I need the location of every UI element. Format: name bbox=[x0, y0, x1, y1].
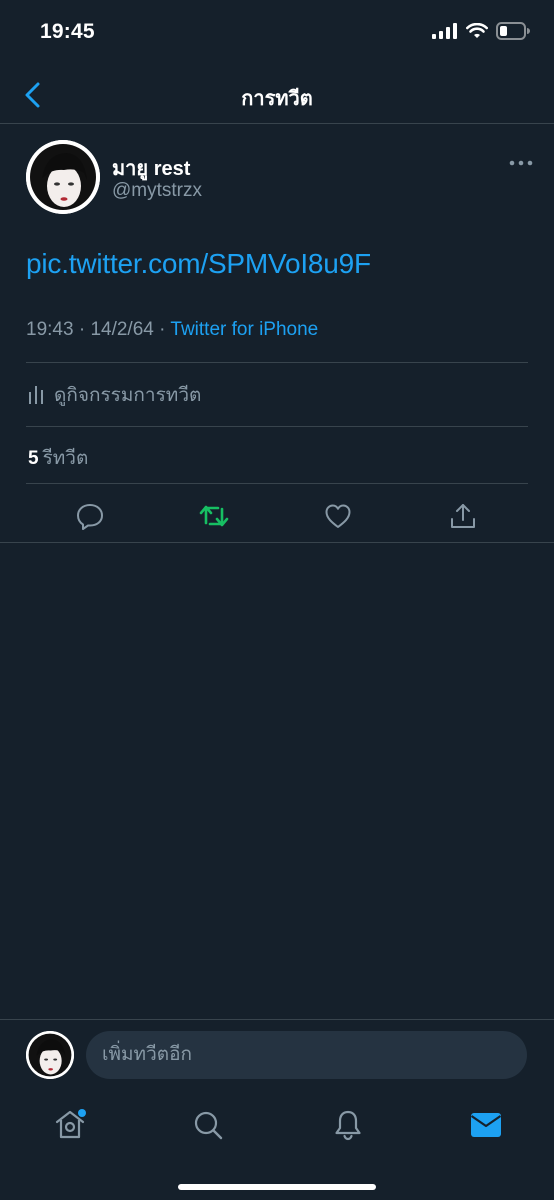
tweet-time: 19:43 bbox=[26, 319, 74, 340]
share-button[interactable] bbox=[443, 496, 483, 536]
status-icons bbox=[432, 22, 530, 40]
more-options-button[interactable] bbox=[508, 156, 534, 168]
view-tweet-activity[interactable]: ดูกิจกรรมการทวีต bbox=[28, 380, 201, 410]
signal-icon bbox=[432, 23, 457, 39]
status-time: 19:45 bbox=[40, 20, 95, 43]
reply-bar bbox=[0, 1019, 554, 1091]
retweet-label: รีทวีต bbox=[42, 448, 89, 469]
page-title: การทวีต bbox=[241, 88, 313, 110]
notification-dot bbox=[78, 1109, 86, 1117]
tweet-media-link[interactable]: pic.twitter.com/SPMVoI8u9F bbox=[26, 248, 371, 280]
meta-separator: · bbox=[159, 319, 166, 340]
tab-search[interactable] bbox=[186, 1103, 230, 1147]
divider bbox=[26, 483, 528, 484]
tab-messages[interactable] bbox=[464, 1103, 508, 1147]
more-dots-icon bbox=[509, 160, 533, 166]
divider bbox=[26, 426, 528, 427]
author-handle[interactable]: @mytstrzx bbox=[112, 180, 202, 202]
reply-icon bbox=[77, 504, 103, 530]
my-avatar[interactable] bbox=[26, 1031, 74, 1079]
home-indicator bbox=[178, 1184, 376, 1190]
heart-icon bbox=[325, 504, 351, 528]
battery-icon bbox=[496, 22, 530, 40]
author-avatar[interactable] bbox=[26, 140, 100, 214]
nav-header: การทวีต bbox=[0, 66, 554, 124]
retweet-stats[interactable]: 5 รีทวีต bbox=[28, 443, 88, 473]
like-button[interactable] bbox=[318, 496, 358, 536]
tweet-actions bbox=[0, 496, 554, 536]
tweet-meta: 19:43 · 14/2/64 · Twitter for iPhone bbox=[26, 319, 318, 341]
tweet-date: 14/2/64 bbox=[90, 319, 154, 340]
retweet-count: 5 bbox=[28, 448, 39, 469]
reply-input[interactable] bbox=[86, 1031, 527, 1079]
divider bbox=[26, 362, 528, 363]
analytics-icon bbox=[29, 386, 43, 404]
retweet-icon bbox=[199, 505, 229, 527]
retweet-button[interactable] bbox=[194, 496, 234, 536]
home-icon bbox=[55, 1109, 86, 1139]
meta-separator: · bbox=[78, 319, 86, 340]
avatar-image bbox=[26, 140, 100, 214]
tweet-source-link[interactable]: Twitter for iPhone bbox=[170, 319, 318, 340]
share-icon bbox=[451, 504, 475, 528]
tweet-detail-screen: 19:45 การทวีต มายู rest @mytstrzx pic.tw… bbox=[0, 0, 554, 1200]
wifi-icon bbox=[466, 23, 488, 38]
mail-icon bbox=[470, 1113, 502, 1137]
search-icon bbox=[194, 1111, 223, 1140]
reply-button[interactable] bbox=[70, 496, 110, 536]
tab-home[interactable] bbox=[48, 1103, 92, 1147]
activity-label: ดูกิจกรรมการทวีต bbox=[54, 385, 202, 406]
bell-icon bbox=[335, 1110, 361, 1141]
tab-notifications[interactable] bbox=[326, 1103, 370, 1147]
tweet-card: มายู rest @mytstrzx pic.twitter.com/SPMV… bbox=[0, 124, 554, 543]
avatar-image bbox=[26, 1031, 74, 1079]
status-bar: 19:45 bbox=[0, 0, 554, 66]
